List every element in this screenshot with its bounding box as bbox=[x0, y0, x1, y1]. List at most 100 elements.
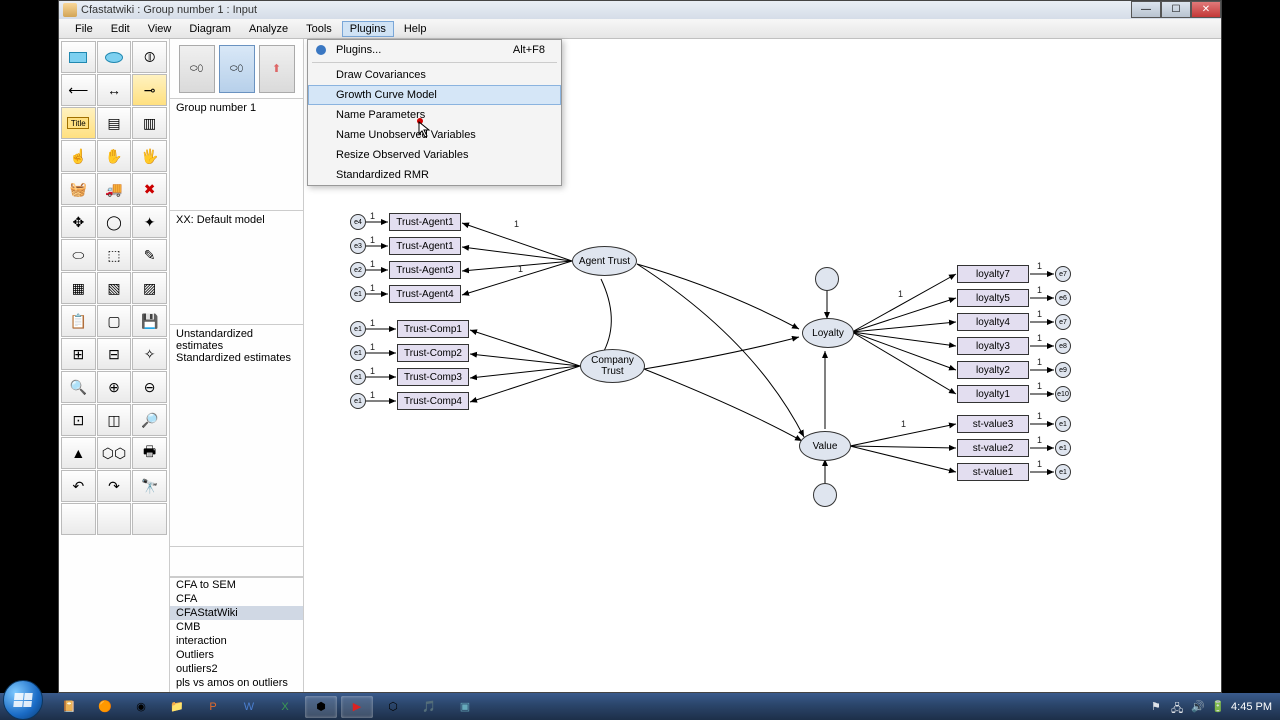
error-val3[interactable]: e1 bbox=[1055, 416, 1071, 432]
tool-shape-prop[interactable]: ✥ bbox=[61, 206, 96, 238]
residual-value[interactable] bbox=[813, 483, 837, 507]
tool-select-all[interactable]: ✋ bbox=[97, 140, 132, 172]
tool-blank2[interactable] bbox=[97, 503, 132, 535]
tool-object-prop[interactable]: ⊞ bbox=[61, 338, 96, 370]
tool-double-arrow[interactable]: ↔ bbox=[97, 74, 132, 106]
file-list[interactable]: CFA to SEM CFA CFAStatWiki CMB interacti… bbox=[170, 577, 303, 692]
tool-error-var[interactable]: ⊸ bbox=[132, 74, 167, 106]
view-arrow-up[interactable]: ⬆ bbox=[259, 45, 295, 93]
plugin-standardized-rmr[interactable]: Standardized RMR bbox=[308, 165, 561, 185]
group-item[interactable]: Group number 1 bbox=[176, 102, 297, 114]
taskbar-app-5[interactable]: ▣ bbox=[449, 696, 481, 718]
estimate-unstd[interactable]: Unstandardized estimates bbox=[176, 328, 297, 352]
observed-loyalty7[interactable]: loyalty7 bbox=[957, 265, 1029, 283]
tool-rotate[interactable]: ◯ bbox=[97, 206, 132, 238]
tool-redo[interactable]: ↷ bbox=[97, 470, 132, 502]
view-input-diagram[interactable]: ⬭⬯ bbox=[179, 45, 215, 93]
error-loy2[interactable]: e9 bbox=[1055, 362, 1071, 378]
tool-text-out[interactable]: ▢ bbox=[97, 305, 132, 337]
error-loy4[interactable]: e7 bbox=[1055, 314, 1071, 330]
file-item[interactable]: CFAStatWiki bbox=[170, 606, 303, 620]
tray-network-icon[interactable]: 🖧 bbox=[1171, 700, 1185, 714]
error-comp-d[interactable]: e1 bbox=[350, 393, 366, 409]
error-loy7[interactable]: e7 bbox=[1055, 266, 1071, 282]
close-button[interactable]: ✕ bbox=[1191, 1, 1221, 18]
menu-help[interactable]: Help bbox=[396, 21, 435, 37]
latent-agent-trust[interactable]: Agent Trust bbox=[572, 246, 637, 276]
tool-zoom-in[interactable]: ⊕ bbox=[97, 371, 132, 403]
tool-blank1[interactable] bbox=[61, 503, 96, 535]
maximize-button[interactable]: ☐ bbox=[1161, 1, 1191, 18]
menu-file[interactable]: File bbox=[67, 21, 101, 37]
observed-trust-comp1[interactable]: Trust-Comp1 bbox=[397, 320, 469, 338]
file-item[interactable]: CFA to SEM bbox=[170, 578, 303, 592]
tray-flag-icon[interactable]: ⚑ bbox=[1151, 700, 1165, 714]
taskbar-word[interactable]: W bbox=[233, 696, 265, 718]
observed-loyalty1[interactable]: loyalty1 bbox=[957, 385, 1029, 403]
taskbar-app-1[interactable]: 📔 bbox=[53, 696, 85, 718]
observed-stvalue2[interactable]: st-value2 bbox=[957, 439, 1029, 457]
taskbar-recorder[interactable]: ▶ bbox=[341, 696, 373, 718]
tray-battery-icon[interactable]: 🔋 bbox=[1211, 700, 1225, 714]
observed-trust-comp4[interactable]: Trust-Comp4 bbox=[397, 392, 469, 410]
observed-trust-comp2[interactable]: Trust-Comp2 bbox=[397, 344, 469, 362]
observed-trust-agent1b[interactable]: Trust-Agent1 bbox=[389, 237, 461, 255]
tool-undo[interactable]: ↶ bbox=[61, 470, 96, 502]
plugin-name-unobserved[interactable]: Name Unobserved Variables bbox=[308, 125, 561, 145]
titlebar[interactable]: Cfastatwiki : Group number 1 : Input bbox=[59, 1, 1221, 19]
tool-print[interactable]: 🖶 bbox=[132, 437, 167, 469]
menu-view[interactable]: View bbox=[140, 21, 180, 37]
tool-zoom-page[interactable]: ⊡ bbox=[61, 404, 96, 436]
error-loy3[interactable]: e8 bbox=[1055, 338, 1071, 354]
taskbar-app-4[interactable]: 🎵 bbox=[413, 696, 445, 718]
tool-touch-up[interactable]: ✎ bbox=[132, 239, 167, 271]
tool-data-file[interactable]: ▦ bbox=[61, 272, 96, 304]
tool-reflect[interactable]: ✦ bbox=[132, 206, 167, 238]
tool-list2[interactable]: ▥ bbox=[132, 107, 167, 139]
tool-copy[interactable]: 🧺 bbox=[61, 173, 96, 205]
error-comp-b[interactable]: e1 bbox=[350, 345, 366, 361]
taskbar-powerpoint[interactable]: P bbox=[197, 696, 229, 718]
tool-bayes[interactable]: ▲ bbox=[61, 437, 96, 469]
tool-save[interactable]: 💾 bbox=[132, 305, 167, 337]
error-e4[interactable]: e4 bbox=[350, 214, 366, 230]
tool-delete[interactable]: ✖ bbox=[132, 173, 167, 205]
error-e1[interactable]: e1 bbox=[350, 286, 366, 302]
model-item[interactable]: XX: Default model bbox=[176, 214, 297, 226]
taskbar[interactable]: 📔 🟠 ◉ 📁 P W X ⬢ ▶ ⬡ 🎵 ▣ ⚑ 🖧 🔊 🔋 4:45 PM bbox=[0, 693, 1280, 720]
plugins-open-manager[interactable]: Plugins... Alt+F8 bbox=[308, 40, 561, 60]
tool-drag-prop[interactable]: ⊟ bbox=[97, 338, 132, 370]
observed-loyalty2[interactable]: loyalty2 bbox=[957, 361, 1029, 379]
taskbar-amos[interactable]: ⬢ bbox=[305, 696, 337, 718]
tool-calc[interactable]: ▨ bbox=[132, 272, 167, 304]
tool-zoom-out[interactable]: ⊖ bbox=[132, 371, 167, 403]
estimate-std[interactable]: Standardized estimates bbox=[176, 352, 297, 364]
tool-move-param[interactable]: ⬭ bbox=[61, 239, 96, 271]
taskbar-chrome[interactable]: ◉ bbox=[125, 696, 157, 718]
plugin-growth-curve-model[interactable]: Growth Curve Model bbox=[308, 85, 561, 105]
file-item[interactable]: outliers2 bbox=[170, 662, 303, 676]
error-loy1[interactable]: e10 bbox=[1055, 386, 1071, 402]
minimize-button[interactable]: — bbox=[1131, 1, 1161, 18]
plugin-draw-covariances[interactable]: Draw Covariances bbox=[308, 65, 561, 85]
taskbar-app-2[interactable]: 🟠 bbox=[89, 696, 121, 718]
error-val1[interactable]: e1 bbox=[1055, 464, 1071, 480]
observed-trust-agent3[interactable]: Trust-Agent3 bbox=[389, 261, 461, 279]
menu-edit[interactable]: Edit bbox=[103, 21, 138, 37]
file-item[interactable]: CMB bbox=[170, 620, 303, 634]
observed-trust-agent4[interactable]: Trust-Agent4 bbox=[389, 285, 461, 303]
start-button[interactable] bbox=[3, 680, 43, 720]
plugin-resize-observed[interactable]: Resize Observed Variables bbox=[308, 145, 561, 165]
error-comp-c[interactable]: e1 bbox=[350, 369, 366, 385]
tray-clock[interactable]: 4:45 PM bbox=[1231, 701, 1272, 713]
tool-arrow[interactable]: ⟵ bbox=[61, 74, 96, 106]
taskbar-explorer[interactable]: 📁 bbox=[161, 696, 193, 718]
taskbar-excel[interactable]: X bbox=[269, 696, 301, 718]
tool-loupe[interactable]: 🔎 bbox=[132, 404, 167, 436]
tool-deselect[interactable]: 🖐 bbox=[132, 140, 167, 172]
view-output-diagram[interactable]: ⬭⬯ bbox=[219, 45, 255, 93]
error-val2[interactable]: e1 bbox=[1055, 440, 1071, 456]
error-comp-a[interactable]: e1 bbox=[350, 321, 366, 337]
plugin-name-parameters[interactable]: Name Parameters bbox=[308, 105, 561, 125]
observed-trust-comp3[interactable]: Trust-Comp3 bbox=[397, 368, 469, 386]
